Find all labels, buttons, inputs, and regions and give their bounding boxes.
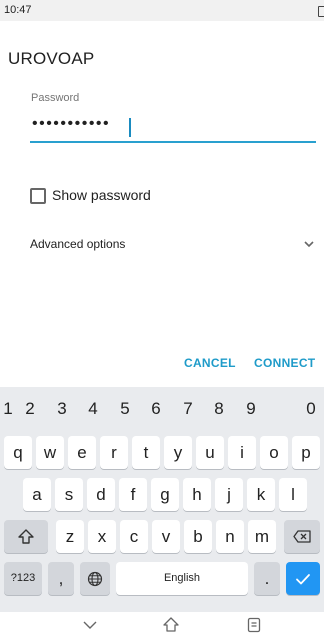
- key-5[interactable]: 5: [111, 394, 139, 424]
- key-8[interactable]: 8: [205, 394, 233, 424]
- show-password-checkbox[interactable]: [30, 188, 46, 204]
- connect-button[interactable]: CONNECT: [254, 356, 315, 370]
- battery-icon: [318, 6, 324, 17]
- key-d[interactable]: d: [87, 478, 115, 511]
- key-c[interactable]: c: [120, 520, 148, 553]
- key-v[interactable]: v: [152, 520, 180, 553]
- home-icon[interactable]: [162, 616, 180, 634]
- key-u[interactable]: u: [196, 436, 224, 469]
- text-cursor: [129, 118, 131, 137]
- status-time: 10:47: [4, 4, 32, 16]
- space-key[interactable]: English: [116, 562, 248, 595]
- key-h[interactable]: h: [183, 478, 211, 511]
- key-l[interactable]: l: [279, 478, 307, 511]
- key-n[interactable]: n: [216, 520, 244, 553]
- key-b[interactable]: b: [184, 520, 212, 553]
- key-0[interactable]: 0: [297, 394, 324, 424]
- password-label: Password: [31, 92, 80, 104]
- key-9[interactable]: 9: [237, 394, 265, 424]
- cancel-button[interactable]: CANCEL: [184, 356, 236, 370]
- key-p[interactable]: p: [292, 436, 320, 469]
- key-6[interactable]: 6: [142, 394, 170, 424]
- key-y[interactable]: y: [164, 436, 192, 469]
- backspace-icon: [293, 530, 311, 543]
- key-k[interactable]: k: [247, 478, 275, 511]
- chevron-down-icon[interactable]: [81, 616, 99, 634]
- comma-key[interactable]: ,: [48, 562, 74, 595]
- chevron-down-icon: [304, 241, 314, 248]
- shift-key[interactable]: [4, 520, 48, 553]
- checkmark-icon: [296, 574, 310, 585]
- period-key[interactable]: .: [254, 562, 280, 595]
- key-i[interactable]: i: [228, 436, 256, 469]
- number-row: 1 2 3 4 5 6 7 8 9 0: [0, 394, 324, 424]
- key-x[interactable]: x: [88, 520, 116, 553]
- key-7[interactable]: 7: [174, 394, 202, 424]
- key-q[interactable]: q: [4, 436, 32, 469]
- key-f[interactable]: f: [119, 478, 147, 511]
- key-3[interactable]: 3: [48, 394, 76, 424]
- enter-key[interactable]: [286, 562, 320, 595]
- navigation-bar: [0, 612, 324, 641]
- key-r[interactable]: r: [100, 436, 128, 469]
- key-t[interactable]: t: [132, 436, 160, 469]
- key-w[interactable]: w: [36, 436, 64, 469]
- status-bar: 10:47: [0, 0, 324, 21]
- network-name-title: UROVOAP: [8, 49, 95, 68]
- key-m[interactable]: m: [248, 520, 276, 553]
- key-2[interactable]: 2: [16, 394, 44, 424]
- advanced-options-row[interactable]: Advanced options: [30, 234, 316, 254]
- shift-icon: [18, 529, 34, 544]
- recents-icon[interactable]: [245, 616, 263, 634]
- key-4[interactable]: 4: [79, 394, 107, 424]
- globe-icon: [87, 571, 103, 587]
- password-field[interactable]: •••••••••••: [30, 113, 316, 143]
- key-j[interactable]: j: [215, 478, 243, 511]
- key-g[interactable]: g: [151, 478, 179, 511]
- language-key[interactable]: [80, 562, 110, 595]
- key-z[interactable]: z: [56, 520, 84, 553]
- symbols-key[interactable]: ?123: [4, 562, 42, 595]
- backspace-key[interactable]: [284, 520, 320, 553]
- show-password-label: Show password: [52, 187, 151, 203]
- key-s[interactable]: s: [55, 478, 83, 511]
- password-mask: •••••••••••: [32, 115, 111, 132]
- key-o[interactable]: o: [260, 436, 288, 469]
- key-e[interactable]: e: [68, 436, 96, 469]
- key-a[interactable]: a: [23, 478, 51, 511]
- wifi-password-screen: 10:47 UROVOAP Password ••••••••••• Show …: [0, 0, 324, 641]
- soft-keyboard: 1 2 3 4 5 6 7 8 9 0 q w e r t y u i o p …: [0, 387, 324, 612]
- advanced-options-label: Advanced options: [30, 237, 126, 251]
